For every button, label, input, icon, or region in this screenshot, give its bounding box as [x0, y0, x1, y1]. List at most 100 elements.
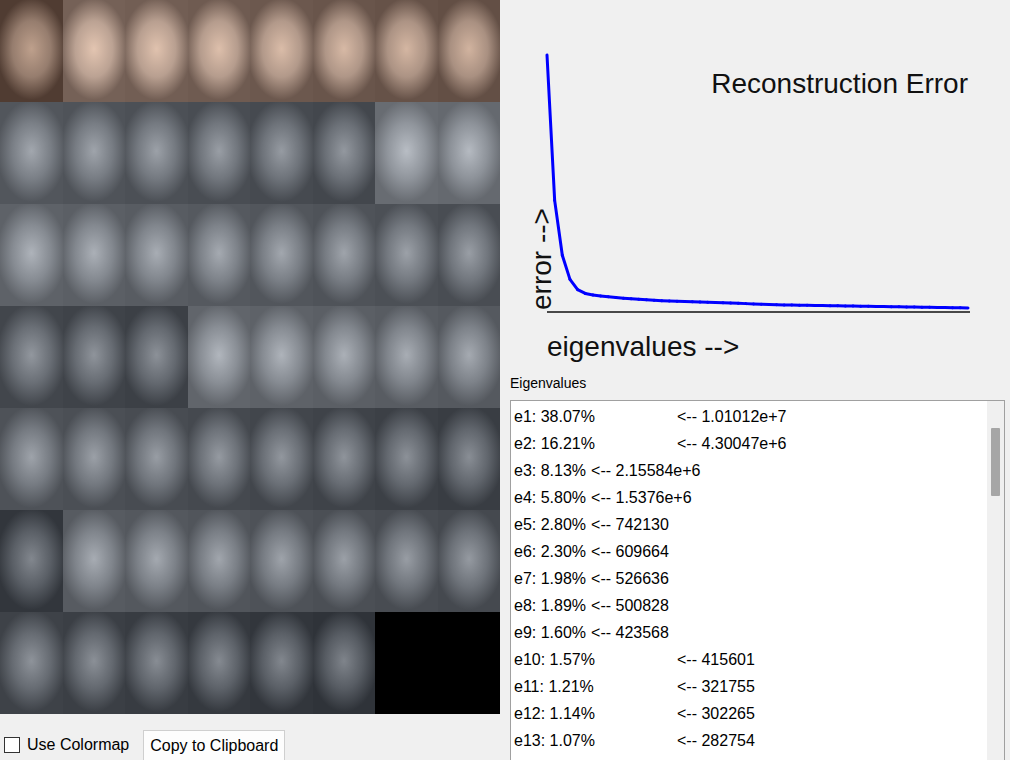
eigenface-tile: [438, 204, 501, 306]
eigenface-tile: [438, 408, 501, 510]
eigenface-tile: [250, 408, 313, 510]
eigenvalue-label: e13: 1.07%: [514, 732, 677, 750]
eigenface-tile: [188, 306, 251, 408]
eigenface-tile: [0, 204, 63, 306]
eigenface-tile: [125, 0, 188, 102]
eigenvalue-value: <-- 4.30047e+6: [677, 435, 786, 453]
eigenface-tile: [188, 0, 251, 102]
eigenface-tile: [438, 306, 501, 408]
eigenface-tile: [313, 510, 376, 612]
eigenface-panel: Use Colormap Copy to Clipboard: [0, 0, 500, 760]
x-axis: [547, 311, 970, 313]
eigenface-tile: [125, 612, 188, 714]
eigenface-tile: [313, 408, 376, 510]
eigenvalue-label: e10: 1.57%: [514, 651, 677, 669]
eigenface-tile: [63, 102, 126, 204]
eigenvalue-label: e7: 1.98%: [514, 570, 586, 588]
eigenface-tile: [63, 510, 126, 612]
error-line-segment: [555, 200, 563, 255]
y-axis-label: error -->: [526, 208, 557, 310]
eigenvalue-row[interactable]: e3: 8.13% <-- 2.15584e+6: [514, 457, 987, 484]
eigenface-tile: [63, 306, 126, 408]
error-line-segment: [562, 255, 570, 279]
eigenface-tile: [313, 0, 376, 102]
eigenvalue-value: <-- 526636: [591, 570, 669, 588]
eigenvalue-value: <-- 2.15584e+6: [591, 462, 700, 480]
eigenvalue-label: e9: 1.60%: [514, 624, 586, 642]
eigenvalues-label: Eigenvalues: [510, 372, 1010, 400]
eigenface-tile: [125, 408, 188, 510]
eigenface-tile: [125, 102, 188, 204]
eigenvalue-value: <-- 742130: [591, 516, 669, 534]
eigenvalue-row[interactable]: e13: 1.07%<-- 282754: [514, 727, 987, 754]
eigenface-tile: [188, 510, 251, 612]
eigenface-tile: [0, 102, 63, 204]
reconstruction-error-chart: Reconstruction Error error --> eigenvalues…: [510, 0, 1010, 372]
eigenface-tile: [125, 510, 188, 612]
checkbox-box[interactable]: [4, 737, 20, 753]
chart-title: Reconstruction Error: [711, 68, 968, 99]
eigenface-tile: [63, 0, 126, 102]
eigenvalues-list[interactable]: e1: 38.07%<-- 1.01012e+7e2: 16.21%<-- 4.…: [510, 400, 1005, 760]
eigenface-tile: [438, 102, 501, 204]
eigenvalue-row[interactable]: e2: 16.21%<-- 4.30047e+6: [514, 430, 987, 457]
eigenvalue-row[interactable]: e8: 1.89% <-- 500828: [514, 592, 987, 619]
eigenface-tile: [188, 408, 251, 510]
checkbox-label: Use Colormap: [27, 736, 129, 754]
eigenvalue-row[interactable]: e10: 1.57%<-- 415601: [514, 646, 987, 673]
copy-to-clipboard-button[interactable]: Copy to Clipboard: [143, 730, 285, 760]
eigenface-tile: [0, 0, 63, 102]
eigenface-tile: [313, 612, 376, 714]
x-axis-label: eigenvalues -->: [547, 331, 739, 362]
eigenface-tile: [188, 204, 251, 306]
eigenvalue-row[interactable]: e11: 1.21%<-- 321755: [514, 673, 987, 700]
eigenface-tile: [188, 102, 251, 204]
eigenvalue-value: <-- 1.5376e+6: [591, 489, 692, 507]
eigenface-tile: [375, 408, 438, 510]
eigenvalue-value: <-- 609664: [591, 543, 669, 561]
eigenvalue-row[interactable]: e5: 2.80%<-- 742130: [514, 511, 987, 538]
eigenface-tile: [63, 612, 126, 714]
eigenface-tile: [0, 408, 63, 510]
eigenface-tile: [250, 510, 313, 612]
error-line-segment: [960, 306, 968, 309]
eigenvalue-label: e4: 5.80%: [514, 489, 586, 507]
eigenvalue-value: <-- 500828: [591, 597, 669, 615]
eigenvalue-value: <-- 321755: [677, 678, 755, 696]
eigenface-tile: [375, 510, 438, 612]
eigenvalue-label: e1: 38.07%: [514, 408, 677, 426]
eigenface-tile: [250, 204, 313, 306]
eigenvalue-row[interactable]: e1: 38.07%<-- 1.01012e+7: [514, 403, 987, 430]
eigenvalue-row[interactable]: e9: 1.60% <-- 423568: [514, 619, 987, 646]
eigenvalue-value: <-- 282754: [677, 732, 755, 750]
eigenface-tile: [313, 204, 376, 306]
eigenface-tile: [438, 0, 501, 102]
eigenvalue-row[interactable]: e7: 1.98% <-- 526636: [514, 565, 987, 592]
eigenvalue-label: e3: 8.13%: [514, 462, 586, 480]
error-line-segment: [570, 279, 578, 289]
eigenvalue-value: <-- 302265: [677, 705, 755, 723]
eigenvalue-row[interactable]: e4: 5.80% <-- 1.5376e+6: [514, 484, 987, 511]
eigenface-tile: [125, 204, 188, 306]
eigenface-tile: [375, 0, 438, 102]
eigenvalue-value: <-- 423568: [591, 624, 669, 642]
eigenvalue-label: e12: 1.14%: [514, 705, 677, 723]
eigenvalue-label: e8: 1.89%: [514, 597, 586, 615]
eigenface-tile: [375, 204, 438, 306]
eigenvalue-label: e11: 1.21%: [514, 678, 677, 696]
eigenvalue-label: e2: 16.21%: [514, 435, 677, 453]
eigenface-grid: [0, 0, 500, 714]
eigenface-tile: [313, 102, 376, 204]
eigenface-tile: [125, 306, 188, 408]
eigenface-tile: [0, 306, 63, 408]
scrollbar-thumb[interactable]: [991, 428, 1000, 496]
eigenface-tile: [250, 612, 313, 714]
eigenvalue-row[interactable]: e6: 2.30%<-- 609664: [514, 538, 987, 565]
eigenface-tile: [313, 306, 376, 408]
eigenface-tile: [438, 510, 501, 612]
controls-bar: Use Colormap Copy to Clipboard: [0, 714, 500, 760]
use-colormap-checkbox[interactable]: Use Colormap: [4, 736, 129, 754]
analysis-panel: Reconstruction Error error --> eigenvalues…: [500, 0, 1010, 760]
list-scrollbar[interactable]: [987, 401, 1004, 760]
eigenvalue-row[interactable]: e12: 1.14%<-- 302265: [514, 700, 987, 727]
